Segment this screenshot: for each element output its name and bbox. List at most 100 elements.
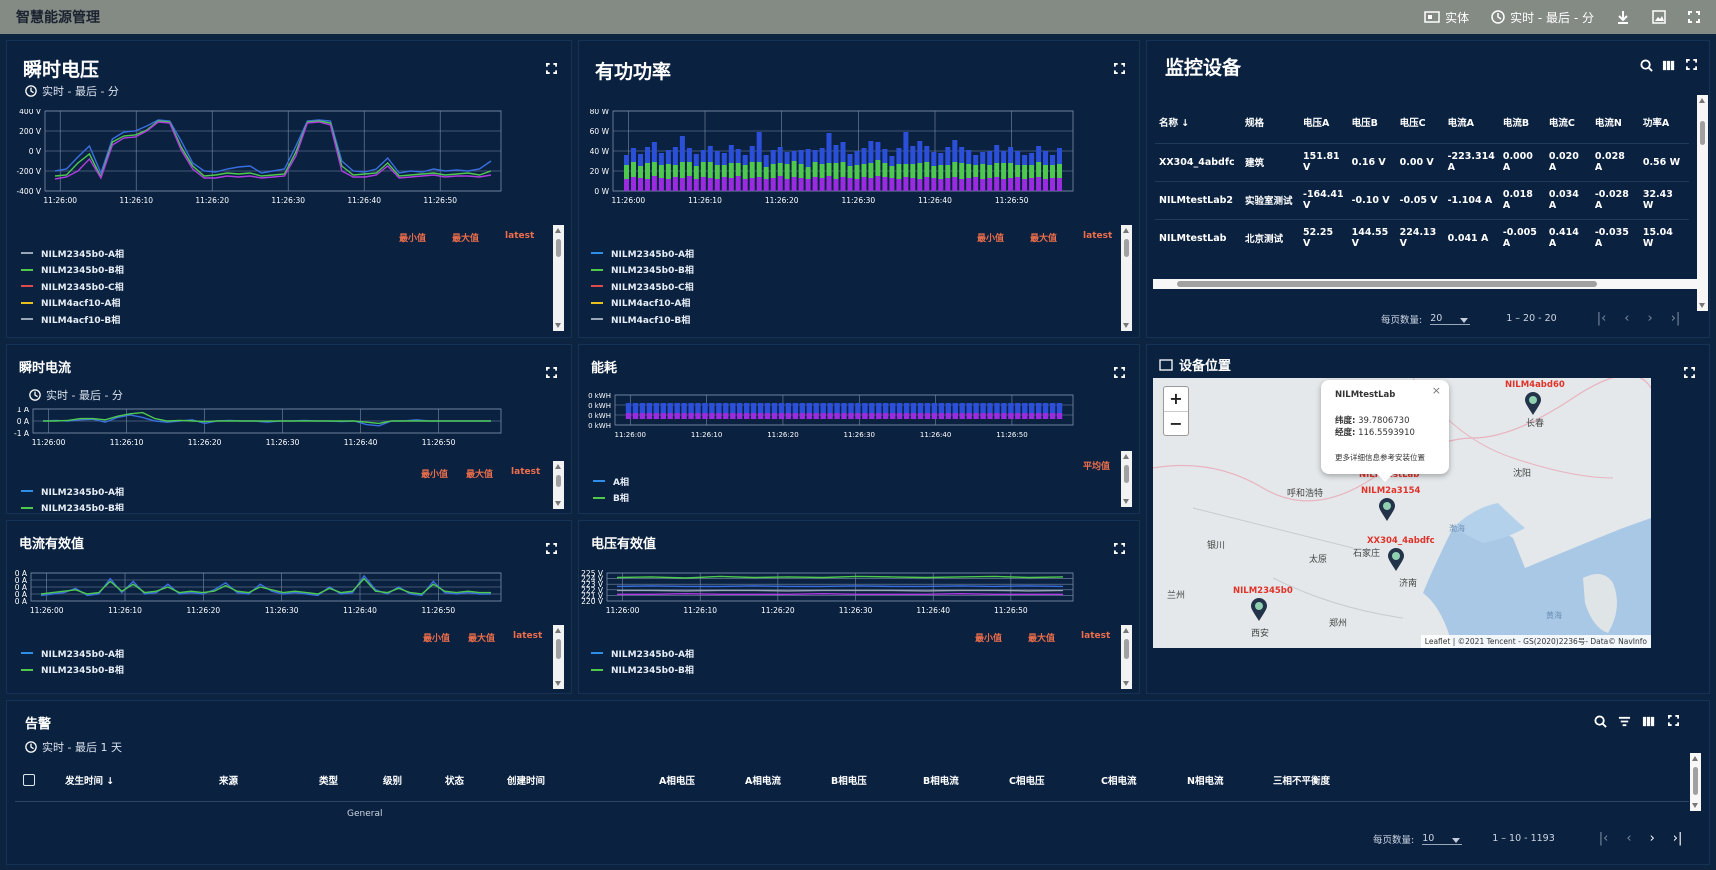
next-page-icon[interactable]: ›	[1650, 831, 1655, 846]
col-ic[interactable]: 电流C	[1545, 101, 1591, 143]
col-va[interactable]: 电压A	[1299, 101, 1348, 143]
location-pin-icon[interactable]	[1250, 598, 1268, 622]
alarm-col-header[interactable]: A相电流	[745, 773, 781, 787]
first-page-icon[interactable]: |‹	[1599, 831, 1609, 846]
alarm-col-header[interactable]: 三相不平衡度	[1273, 773, 1330, 787]
location-pin-icon[interactable]	[1387, 548, 1405, 572]
table-vscroll[interactable]	[1690, 753, 1701, 811]
legend-item[interactable]: NILM4acf10-A相	[591, 295, 694, 312]
legend-item[interactable]: NILM2345b0-B相	[591, 262, 694, 279]
alarm-col-header[interactable]: 来源	[219, 773, 238, 787]
legend-item[interactable]: NILM2345b0-A相	[21, 245, 124, 262]
legend-item[interactable]: NILM2345b0-C相	[591, 278, 694, 295]
fullscreen-icon[interactable]	[1114, 367, 1125, 378]
alarm-col-header[interactable]: C相电压	[1009, 773, 1044, 787]
table-vscroll[interactable]	[1697, 95, 1708, 311]
legend-item[interactable]: NILM4acf10-B相	[591, 311, 694, 328]
device-map[interactable]: 沈阳 长春 呼和浩特 石家庄 太原 银川 济南 兰州 郑州 西安 渤海 黄海 N…	[1153, 378, 1651, 648]
last-page-icon[interactable]: ›|	[1671, 311, 1681, 326]
table-row[interactable]: NILMtestLab 北京测试 52.25 V 144.55 V 224.13 V 0.…	[1155, 218, 1689, 257]
scrollbar[interactable]	[553, 461, 564, 509]
fullscreen-icon[interactable]	[546, 367, 557, 378]
fullscreen-icon[interactable]	[1114, 63, 1125, 74]
columns-icon[interactable]	[1662, 59, 1675, 72]
legend-item[interactable]: A相	[593, 473, 629, 490]
scrollbar[interactable]	[1121, 451, 1132, 507]
fullscreen-icon[interactable]	[546, 63, 557, 74]
voltage-chart: 400 V 200 V 0 V -200 V -400 V11:26:00 11:26:1…	[16, 109, 502, 205]
alarm-col-header[interactable]: C相电流	[1101, 773, 1136, 787]
table-row[interactable]: NILMtestLab2 实验室测试 -164.41 V -0.10 V -0.05 V…	[1155, 180, 1689, 219]
legend-item[interactable]: B相	[593, 490, 629, 507]
legend-item[interactable]: NILM2345b0-A相	[591, 645, 694, 662]
alarm-col-header[interactable]: 类型	[319, 773, 338, 787]
legend-item[interactable]: NILM2345b0-B相	[21, 662, 124, 679]
fullscreen-icon[interactable]	[1688, 11, 1700, 23]
col-pa[interactable]: 功率A	[1639, 101, 1689, 143]
alarm-col-header[interactable]: 发生时间 ↓	[65, 773, 114, 787]
legend-item[interactable]: NILM2345b0-A相	[21, 483, 124, 500]
page-size-select[interactable]: 20	[1430, 313, 1471, 325]
legend-item[interactable]: NILM2345b0-B相	[21, 500, 124, 511]
first-page-icon[interactable]: |‹	[1597, 311, 1607, 326]
page-size-select[interactable]: 10	[1422, 833, 1463, 845]
legend-item[interactable]: NILM2345b0-C相	[21, 278, 124, 295]
image-export-icon[interactable]	[1652, 10, 1666, 24]
bar	[764, 413, 771, 419]
search-icon[interactable]	[1594, 715, 1607, 728]
location-pin-icon[interactable]	[1378, 498, 1396, 522]
zoom-in-button[interactable]: +	[1164, 387, 1188, 411]
download-icon[interactable]	[1616, 10, 1630, 24]
select-all-checkbox[interactable]	[23, 774, 35, 786]
fullscreen-icon[interactable]	[1668, 715, 1679, 726]
bar	[1008, 413, 1014, 419]
entity-button[interactable]: 实体	[1424, 9, 1469, 26]
zoom-out-button[interactable]: −	[1164, 411, 1188, 435]
scrollbar[interactable]	[553, 225, 564, 331]
alarm-col-header[interactable]: B相电流	[923, 773, 959, 787]
alarm-col-header[interactable]: N相电流	[1187, 773, 1223, 787]
legend-item[interactable]: NILM4acf10-B相	[21, 311, 124, 328]
alarm-col-header[interactable]: 创建时间	[507, 773, 545, 787]
timewindow-button[interactable]: 实时 - 最后 - 分	[1491, 9, 1594, 26]
col-name[interactable]: 名称 ↓	[1155, 101, 1241, 143]
alarm-col-header[interactable]: 状态	[445, 773, 464, 787]
map-attribution[interactable]: Leaflet | ©2021 Tencent - GS(2020)2236号-…	[1420, 635, 1651, 648]
columns-icon[interactable]	[1642, 715, 1655, 728]
bar	[777, 176, 783, 191]
last-page-icon[interactable]: ›|	[1673, 831, 1683, 846]
next-page-icon[interactable]: ›	[1647, 311, 1652, 326]
col-vc[interactable]: 电压C	[1396, 101, 1444, 143]
legend-item[interactable]: NILM4acf10-A相	[21, 295, 124, 312]
legend-item[interactable]: NILM2345b0-B相	[21, 262, 124, 279]
fullscreen-icon[interactable]	[1114, 543, 1125, 554]
search-icon[interactable]	[1640, 59, 1653, 72]
legend-label: NILM4acf10-A相	[41, 299, 121, 310]
divider	[15, 801, 1689, 802]
table-row[interactable]: XX304_4abdfc 建筑 151.81 V 0.16 V 0.00 V -223.3…	[1155, 142, 1689, 181]
fullscreen-icon[interactable]	[1684, 367, 1695, 378]
legend-item[interactable]: NILM2345b0-A相	[21, 645, 124, 662]
prev-page-icon[interactable]: ‹	[1626, 831, 1631, 846]
fullscreen-icon[interactable]	[546, 543, 557, 554]
filter-icon[interactable]	[1618, 715, 1631, 728]
bar	[882, 163, 888, 177]
prev-page-icon[interactable]: ‹	[1624, 311, 1629, 326]
close-icon[interactable]: ×	[1432, 384, 1441, 397]
scrollbar[interactable]	[1121, 625, 1132, 689]
legend-item[interactable]: NILM2345b0-B相	[591, 662, 694, 679]
col-in[interactable]: 电流N	[1591, 101, 1639, 143]
col-ib[interactable]: 电流B	[1499, 101, 1545, 143]
alarm-col-header[interactable]: 级别	[383, 773, 402, 787]
fullscreen-icon[interactable]	[1686, 59, 1697, 70]
location-pin-icon[interactable]	[1524, 392, 1542, 416]
col-vb[interactable]: 电压B	[1348, 101, 1396, 143]
table-hscroll[interactable]	[1153, 279, 1697, 289]
scrollbar[interactable]	[1121, 225, 1132, 331]
col-ia[interactable]: 电流A	[1444, 101, 1499, 143]
col-spec[interactable]: 规格	[1241, 101, 1299, 143]
alarm-col-header[interactable]: A相电压	[659, 773, 695, 787]
alarm-col-header[interactable]: B相电压	[831, 773, 867, 787]
scrollbar[interactable]	[553, 625, 564, 689]
legend-item[interactable]: NILM2345b0-A相	[591, 245, 694, 262]
